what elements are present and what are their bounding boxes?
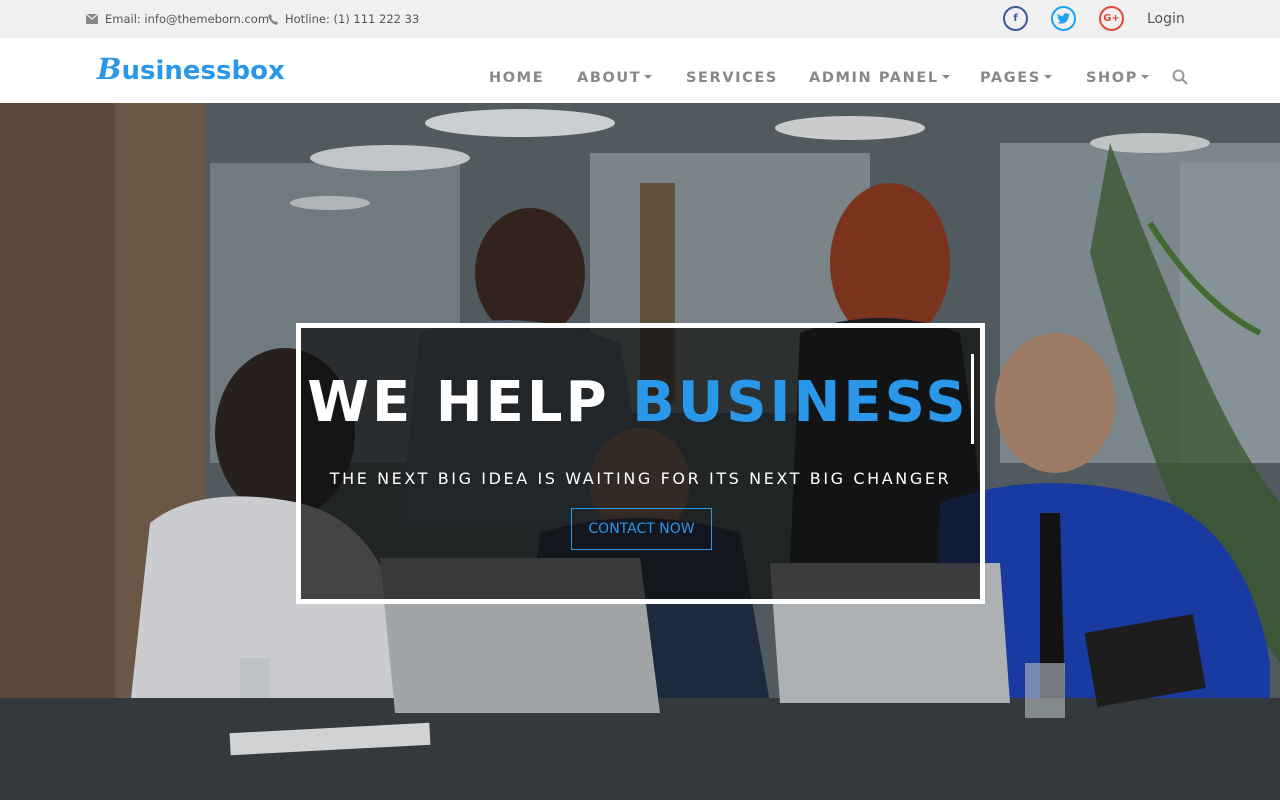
top-bar: Email: info@themeborn.com Hotline: (1) 1… <box>0 0 1280 38</box>
main-navbar: Businessbox HOME ABOUT SERVICES ADMIN PA… <box>0 38 1280 103</box>
email-text: Email: info@themeborn.com <box>105 12 270 26</box>
google-plus-icon: G+ <box>1103 12 1120 24</box>
nav-item-admin-panel[interactable]: ADMIN PANEL <box>809 70 950 86</box>
google-plus-button[interactable]: G+ <box>1099 6 1124 31</box>
nav-item-home[interactable]: HOME <box>489 70 544 86</box>
facebook-button[interactable]: f <box>1003 6 1028 31</box>
hero-caption-box: WE HELP BUSINESS THE NEXT BIG IDEA IS WA… <box>296 323 985 604</box>
hero-subtitle: THE NEXT BIG IDEA IS WAITING FOR ITS NEX… <box>329 469 952 488</box>
caret-down-icon <box>1043 75 1052 79</box>
nav-item-shop[interactable]: SHOP <box>1086 70 1149 86</box>
hero-title: WE HELP BUSINESS <box>301 354 980 444</box>
caret-down-icon <box>1140 75 1149 79</box>
envelope-icon <box>86 14 98 24</box>
hero-section: WE HELP BUSINESS THE NEXT BIG IDEA IS WA… <box>0 103 1280 800</box>
nav-item-label: ADMIN PANEL <box>809 70 939 86</box>
email-contact[interactable]: Email: info@themeborn.com <box>86 0 269 38</box>
nav-item-label: SERVICES <box>686 70 778 86</box>
nav-item-label: SHOP <box>1086 70 1138 86</box>
nav-item-about[interactable]: ABOUT <box>577 70 653 86</box>
facebook-icon: f <box>1013 12 1018 24</box>
hero-title-white: WE HELP <box>307 370 633 436</box>
nav-item-services[interactable]: SERVICES <box>686 70 778 86</box>
hotline-contact[interactable]: Hotline: (1) 111 222 33 <box>268 0 419 38</box>
caret-down-icon <box>941 75 950 79</box>
search-icon[interactable] <box>1172 69 1188 85</box>
twitter-button[interactable] <box>1051 6 1076 31</box>
logo[interactable]: Businessbox <box>97 52 285 86</box>
nav-item-label: ABOUT <box>577 70 642 86</box>
typing-cursor <box>970 354 974 444</box>
logo-initial: B <box>97 52 122 86</box>
logo-text: usinessbox <box>121 56 285 86</box>
twitter-icon <box>1057 13 1070 24</box>
nav-item-label: PAGES <box>980 70 1041 86</box>
contact-now-button[interactable]: CONTACT NOW <box>571 508 712 550</box>
nav-item-pages[interactable]: PAGES <box>980 70 1052 86</box>
nav-item-label: HOME <box>489 70 545 86</box>
hero-title-accent: BUSINESS <box>632 370 969 436</box>
caret-down-icon <box>644 75 653 79</box>
login-link[interactable]: Login <box>1147 0 1185 38</box>
hotline-text: Hotline: (1) 111 222 33 <box>285 12 420 26</box>
phone-icon <box>268 13 278 25</box>
